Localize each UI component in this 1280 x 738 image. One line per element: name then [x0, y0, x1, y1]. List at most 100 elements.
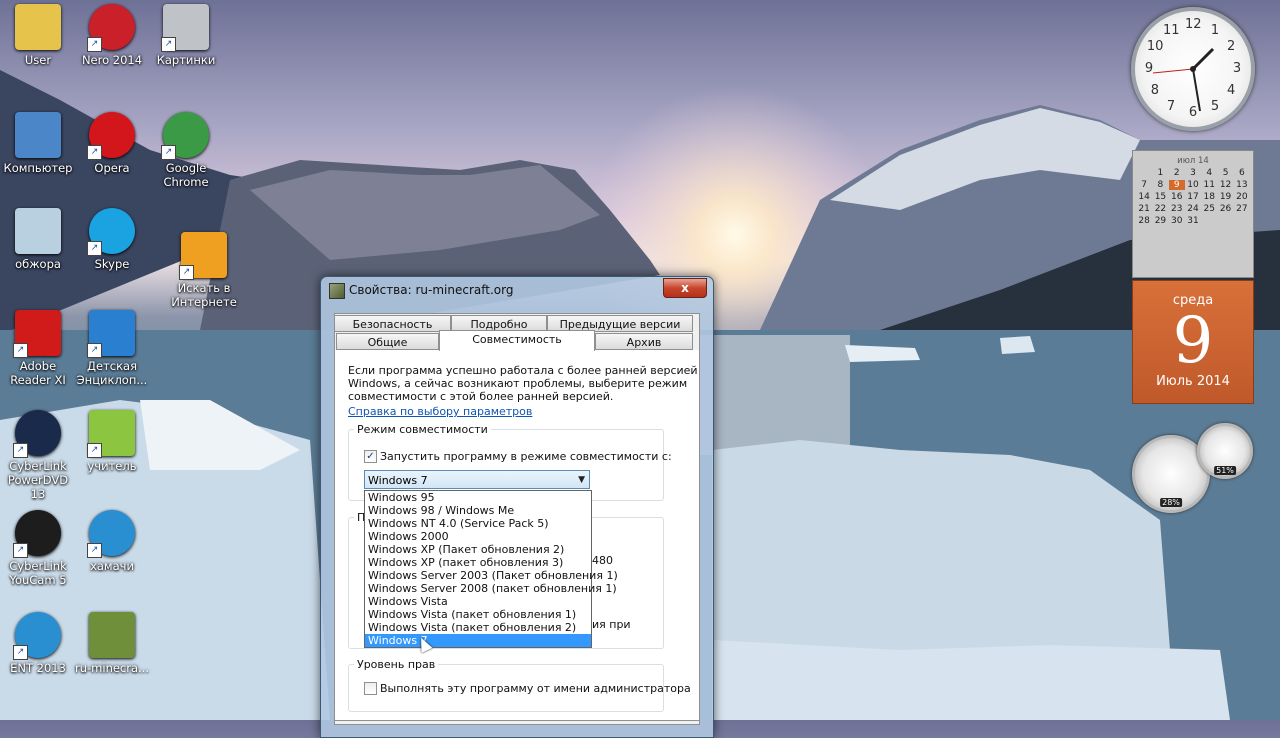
clock-number: 4	[1226, 83, 1236, 98]
calendar-day: 7	[1141, 180, 1147, 190]
desktop-icon-label: User	[24, 53, 52, 67]
compat-mode-checkbox[interactable]: ✓	[364, 450, 377, 463]
run-as-admin-checkbox[interactable]	[364, 682, 377, 695]
desktop-icon-label: Картинки	[156, 53, 216, 67]
desktop-icon-0[interactable]: User	[0, 4, 76, 67]
desktop-icon-9[interactable]: ↗ Adobe Reader XI	[0, 310, 76, 387]
shortcut-arrow-icon: ↗	[161, 37, 176, 52]
help-link[interactable]: Справка по выбору параметров	[348, 405, 532, 418]
shortcut-arrow-icon: ↗	[13, 645, 28, 660]
desktop-icon-label: Искать в Интернете	[171, 281, 237, 309]
calendar-day: 10	[1187, 180, 1199, 190]
compat-os-select[interactable]: Windows 7 ▼	[364, 470, 590, 489]
chrome-icon: ↗	[161, 112, 209, 160]
dropdown-option[interactable]: Windows 7	[365, 634, 591, 647]
desktop-icon-12[interactable]: ↗ учитель	[74, 410, 150, 473]
desktop-icon-11[interactable]: ↗ CyberLink PowerDVD 13	[0, 410, 76, 501]
dropdown-option[interactable]: Windows 95	[365, 491, 591, 504]
compat-mode-checkbox-label: Запустить программу в режиме совместимос…	[380, 450, 672, 463]
calendar-day	[1136, 168, 1152, 178]
shortcut-arrow-icon: ↗	[87, 37, 102, 52]
params-partial-text-2: ия при	[592, 618, 631, 631]
dropdown-option[interactable]: Windows XP (пакет обновления 3)	[365, 556, 591, 569]
tab-security[interactable]: Безопасность	[334, 315, 451, 332]
dropdown-option[interactable]: Windows XP (Пакет обновления 2)	[365, 543, 591, 556]
compat-os-selected-value: Windows 7	[368, 474, 428, 487]
dropdown-option[interactable]: Windows 98 / Windows Me	[365, 504, 591, 517]
desktop-icon-6[interactable]: обжора	[0, 208, 76, 271]
desktop-icon-14[interactable]: ↗ хамачи	[74, 510, 150, 573]
calendar-day	[1217, 216, 1233, 226]
calendar-day: 4	[1206, 168, 1213, 178]
desktop-icon-10[interactable]: ↗ Детская Энциклоп...	[74, 310, 150, 387]
dropdown-option[interactable]: Windows Vista	[365, 595, 591, 608]
calendar-day: 21	[1138, 204, 1150, 214]
calendar-day	[1201, 216, 1217, 226]
desktop-icon-16[interactable]: ru-minecra...	[74, 612, 150, 675]
desktop-icon-label: ENT 2013	[10, 661, 66, 675]
desktop-icon-3[interactable]: Компьютер	[0, 112, 76, 175]
dropdown-option[interactable]: Windows Vista (пакет обновления 2)	[365, 621, 591, 634]
desktop-icon-label: Adobe Reader XI	[10, 359, 66, 387]
clock-number: 11	[1163, 22, 1180, 38]
calendar-day: 16	[1170, 192, 1183, 202]
close-button[interactable]: x	[663, 278, 707, 298]
clock-number: 8	[1150, 83, 1160, 98]
calendar-gadget[interactable]: июл 14 1 2 3 4 5 6 7 8 9 10 11 12 13 14 15 16 17 18 19 20 21…	[1132, 150, 1254, 278]
dropdown-option[interactable]: Windows Vista (пакет обновления 1)	[365, 608, 591, 621]
minecraft-icon	[329, 283, 345, 299]
desktop-icon-2[interactable]: ↗ Картинки	[148, 4, 224, 67]
shortcut-arrow-icon: ↗	[179, 265, 194, 280]
desktop-icon-label: ru-minecra...	[75, 661, 149, 675]
compat-os-dropdown-list[interactable]: Windows 95 Windows 98 / Windows Me Windows…	[364, 490, 618, 648]
minecraft-icon	[89, 612, 135, 658]
clock-number: 10	[1146, 39, 1164, 54]
desktop-icon-5[interactable]: ↗ Google Chrome	[148, 112, 224, 189]
month-label: Июль 2014	[1156, 374, 1230, 389]
calendar-grid: 1 2 3 4 5 6 7 8 9 10 11 12 13 14 15 16 17 18 19 20 21 22 23 24 2…	[1133, 168, 1253, 226]
tab-compatibility[interactable]: Совместимость	[439, 330, 595, 351]
desktop-icon-8[interactable]: ↗ Искать в Интернете	[166, 232, 242, 309]
desktop-icon-7[interactable]: ↗ Skype	[74, 208, 150, 271]
dropdown-option[interactable]: Windows NT 4.0 (Service Pack 5)	[365, 517, 591, 530]
shortcut-arrow-icon: ↗	[13, 343, 28, 358]
dropdown-option[interactable]: Windows 2000	[365, 530, 591, 543]
clock-number: 2	[1226, 39, 1236, 54]
desktop-icon-label: Детская Энциклоп...	[76, 359, 148, 387]
calendar-day: 6	[1238, 168, 1245, 178]
shortcut-arrow-icon: ↗	[13, 543, 28, 558]
youcam-icon: ↗	[13, 510, 61, 558]
skype-icon: ↗	[87, 208, 135, 256]
date-card-gadget[interactable]: среда 9 Июль 2014	[1132, 280, 1254, 404]
desktop-icon-15[interactable]: ↗ ENT 2013	[0, 612, 76, 675]
memory-meter-gadget[interactable]: 51%	[1197, 423, 1253, 479]
desktop-icon-label: Opera	[94, 161, 130, 175]
calendar-day: 3	[1190, 168, 1196, 178]
calendar-day: 14	[1138, 192, 1150, 202]
shortcut-arrow-icon: ↗	[87, 241, 102, 256]
desktop-icon-13[interactable]: ↗ CyberLink YouCam 5	[0, 510, 76, 587]
run-as-admin-label: Выполнять эту программу от имени админис…	[380, 682, 691, 695]
dropdown-option[interactable]: Windows Server 2008 (пакет обновления 1)	[365, 582, 617, 595]
shortcut-arrow-icon: ↗	[87, 443, 102, 458]
nero-icon: ↗	[87, 4, 135, 52]
tab-general[interactable]: Общие	[336, 333, 439, 350]
desktop-icon-4[interactable]: ↗ Opera	[74, 112, 150, 175]
opera-icon: ↗	[87, 112, 135, 160]
calendar-day: 27	[1236, 204, 1248, 214]
clock-gadget[interactable]: 12 1 2 3 4 5 6 7 8 9 10 11	[1131, 7, 1255, 131]
privilege-level-label: Уровень прав	[354, 658, 439, 671]
desktop-icon-1[interactable]: ↗ Nero 2014	[74, 4, 150, 67]
tab-archive[interactable]: Архив	[595, 333, 693, 350]
calendar-day: 29	[1154, 216, 1167, 226]
hamachi-icon: ↗	[87, 510, 135, 558]
encyclopedia-icon: ↗	[87, 310, 135, 358]
window-title: Свойства: ru-minecraft.org	[349, 283, 514, 297]
clock-number: 3	[1232, 61, 1242, 76]
shortcut-arrow-icon: ↗	[161, 145, 176, 160]
desktop-icon-label: Nero 2014	[81, 53, 143, 67]
desktop-icon-label: CyberLink PowerDVD 13	[7, 459, 69, 501]
dropdown-option[interactable]: Windows Server 2003 (Пакет обновления 1)	[365, 569, 618, 582]
calendar-day: 26	[1219, 204, 1232, 214]
clock-number: 1	[1210, 22, 1220, 38]
